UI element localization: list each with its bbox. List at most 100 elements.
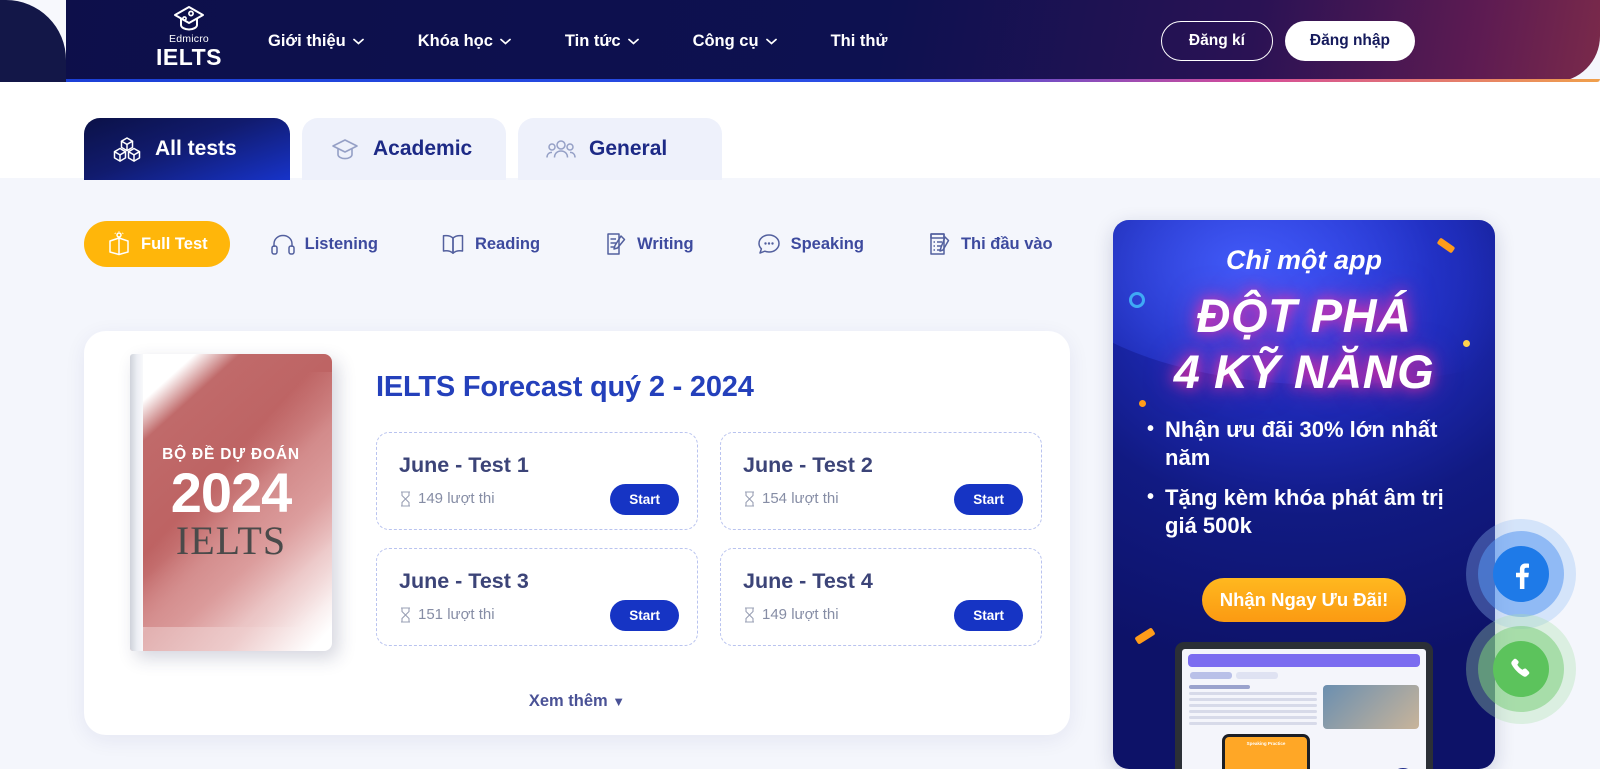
site-logo[interactable]: Edmicro IELTS [152, 4, 226, 69]
attempts-label: 151 lượt thi [418, 606, 495, 623]
filter-label: Full Test [141, 234, 208, 253]
table-row[interactable]: June - Test 2 154 lượt thi Start [720, 432, 1042, 530]
table-row[interactable]: June - Test 3 151 lượt thi Start [376, 548, 698, 646]
hourglass-icon [401, 490, 410, 507]
site-header: Edmicro IELTS Giới thiệu Khóa học Tin tứ… [0, 0, 1600, 82]
register-button[interactable]: Đăng kí [1160, 21, 1273, 61]
nav-item-cong-cu[interactable]: Công cụ [693, 32, 805, 51]
start-button[interactable]: Start [610, 484, 679, 515]
attempts-label: 149 lượt thi [762, 606, 839, 623]
screen-text-line [1189, 704, 1317, 707]
filter-writing[interactable]: Writing [580, 221, 716, 267]
nav-item-thi-thu[interactable]: Thi thử [831, 32, 888, 51]
nav-label: Giới thiệu [268, 31, 346, 50]
hourglass-icon [401, 606, 410, 623]
screen-text-line [1189, 716, 1317, 719]
nav-label: Thi thử [830, 31, 888, 50]
filter-label: Speaking [790, 234, 864, 253]
nav-item-gioi-thieu[interactable]: Giới thiệu [268, 32, 392, 51]
nav-label: Tin tức [564, 31, 621, 50]
start-button[interactable]: Start [954, 600, 1023, 631]
see-more-label: Xem thêm [528, 692, 608, 710]
nav-item-khoa-hoc[interactable]: Khóa học [418, 32, 539, 51]
phone-screen-title: Speaking Practice [1246, 741, 1286, 746]
nav-label: Khóa học [417, 31, 493, 50]
promo-bullet-list: • Nhận ưu đãi 30% lớn nhất năm • Tặng kè… [1147, 416, 1475, 552]
page-title: IELTS Forecast quý 2 - 2024 [376, 371, 754, 403]
screen-text-line [1189, 692, 1317, 695]
test-attempts: 151 lượt thi [399, 606, 495, 623]
test-attempts: 149 lượt thi [399, 490, 495, 507]
hourglass-icon [745, 490, 754, 507]
list-item: • Nhận ưu đãi 30% lớn nhất năm [1147, 416, 1475, 472]
see-more-button[interactable]: Xem thêm ▼ [84, 692, 1070, 711]
table-row[interactable]: June - Test 4 149 lượt thi Start [720, 548, 1042, 646]
test-name: June - Test 2 [743, 453, 873, 477]
graduation-cap-icon [174, 6, 204, 31]
tab-academic[interactable]: Academic [302, 118, 506, 180]
screen-tab [1236, 672, 1278, 679]
phone-screen: Speaking Practice [1225, 737, 1307, 769]
filter-reading[interactable]: Reading [418, 221, 562, 267]
nav-item-tin-tuc[interactable]: Tin tức [565, 32, 667, 51]
forecast-content-card: BỘ ĐỀ DỰ ĐOÁN 2024 IELTS IELTS Forecast … [84, 331, 1070, 735]
confetti-orange-2 [1139, 400, 1146, 407]
promo-cta-button[interactable]: Nhận Ngay Ưu Đãi! [1202, 578, 1406, 622]
screen-toolbar [1188, 654, 1420, 667]
login-button[interactable]: Đăng nhập [1284, 21, 1415, 61]
device-screen: Speaking Practice [1182, 649, 1426, 769]
hourglass-icon [745, 606, 754, 623]
confetti-orange-3 [1134, 627, 1156, 645]
header-left-rounded-corner [0, 0, 66, 82]
chevron-down-icon [627, 38, 639, 45]
table-row[interactable]: June - Test 1 149 lượt thi Start [376, 432, 698, 530]
chevron-down-icon [352, 38, 364, 45]
test-attempts: 154 lượt thi [743, 490, 839, 507]
bullet-marker: • [1147, 485, 1155, 508]
phone-float-button[interactable] [1493, 641, 1549, 697]
tab-general[interactable]: General [518, 118, 722, 180]
screen-text-line [1189, 698, 1317, 701]
facebook-float-button[interactable] [1493, 546, 1549, 602]
tab-all-tests[interactable]: All tests [84, 118, 290, 180]
test-sheet-icon [930, 233, 950, 255]
full-test-icon [109, 231, 129, 256]
start-button[interactable]: Start [610, 600, 679, 631]
test-attempts: 149 lượt thi [743, 606, 839, 623]
test-name: June - Test 4 [743, 569, 873, 593]
bullet-text: Nhận ưu đãi 30% lớn nhất năm [1165, 417, 1438, 470]
promo-banner[interactable]: Chỉ một app ĐỘT PHÁ 4 KỸ NĂNG • Nhận ưu … [1113, 220, 1495, 769]
filter-full-test[interactable]: Full Test [84, 221, 230, 267]
filter-listening[interactable]: Listening [248, 221, 400, 267]
people-group-icon [546, 140, 576, 158]
chevron-down-icon: ▼ [612, 694, 626, 709]
graduation-cap-icon [332, 139, 358, 160]
main-nav: Giới thiệu Khóa học Tin tức Công cụ Thi … [268, 0, 887, 82]
filter-label: Listening [304, 234, 378, 253]
promo-headline-2: 4 KỸ NĂNG [1173, 345, 1435, 398]
headphones-icon [270, 234, 295, 255]
speech-bubble-icon [757, 234, 780, 254]
promo-kicker: Chỉ một app [1226, 245, 1382, 275]
screen-body [1182, 679, 1426, 729]
nav-label: Công cụ [692, 31, 759, 50]
phone-mockup: Speaking Practice [1222, 734, 1310, 769]
filter-label: Writing [637, 234, 694, 253]
tab-label: Academic [373, 137, 473, 160]
test-name: June - Test 3 [399, 569, 529, 593]
screen-photo [1323, 685, 1419, 729]
start-button[interactable]: Start [954, 484, 1023, 515]
promo-headline-1: ĐỘT PHÁ [1196, 289, 1412, 342]
filter-speaking[interactable]: Speaking [734, 221, 886, 267]
pencil-paper-icon [607, 233, 626, 255]
facebook-icon [1516, 563, 1529, 589]
filter-label: Reading [474, 234, 541, 253]
screen-tab [1190, 672, 1232, 679]
phone-icon [1511, 658, 1530, 677]
filter-thi-dau-vao[interactable]: Thi đầu vào [904, 221, 1075, 267]
filter-label: Thi đầu vào [960, 234, 1053, 253]
cubes-icon [113, 137, 141, 162]
test-card-grid: June - Test 1 149 lượt thi Start June - … [376, 432, 1042, 646]
device-mockup: Speaking Practice [1175, 642, 1433, 769]
attempts-label: 149 lượt thi [418, 490, 495, 507]
